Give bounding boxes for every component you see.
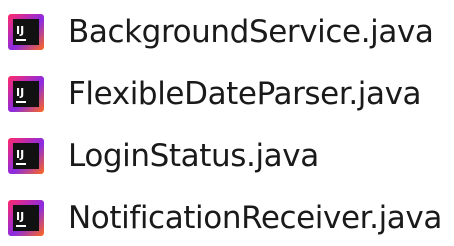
svg-text:IJ: IJ <box>16 148 24 161</box>
file-item-flexibledateparser[interactable]: IJ FlexibleDateParser.java <box>0 66 454 122</box>
file-item-backgroundservice[interactable]: IJ BackgroundService.java <box>0 4 454 60</box>
file-name: BackgroundService.java <box>68 14 434 50</box>
intellij-idea-file-icon: IJ <box>8 76 44 112</box>
file-name: FlexibleDateParser.java <box>68 76 422 112</box>
svg-text:IJ: IJ <box>16 86 24 99</box>
intellij-idea-file-icon: IJ <box>8 138 44 174</box>
file-name: LoginStatus.java <box>68 138 319 174</box>
svg-text:IJ: IJ <box>16 210 24 223</box>
intellij-idea-file-icon: IJ <box>8 14 44 50</box>
intellij-idea-file-icon: IJ <box>8 200 44 236</box>
file-list: IJ BackgroundService.java IJ FlexibleDat… <box>0 0 454 246</box>
file-item-loginstatus[interactable]: IJ LoginStatus.java <box>0 128 454 184</box>
file-name: NotificationReceiver.java <box>68 200 442 236</box>
file-item-notificationreceiver[interactable]: IJ NotificationReceiver.java <box>0 190 454 246</box>
svg-text:IJ: IJ <box>16 24 24 37</box>
